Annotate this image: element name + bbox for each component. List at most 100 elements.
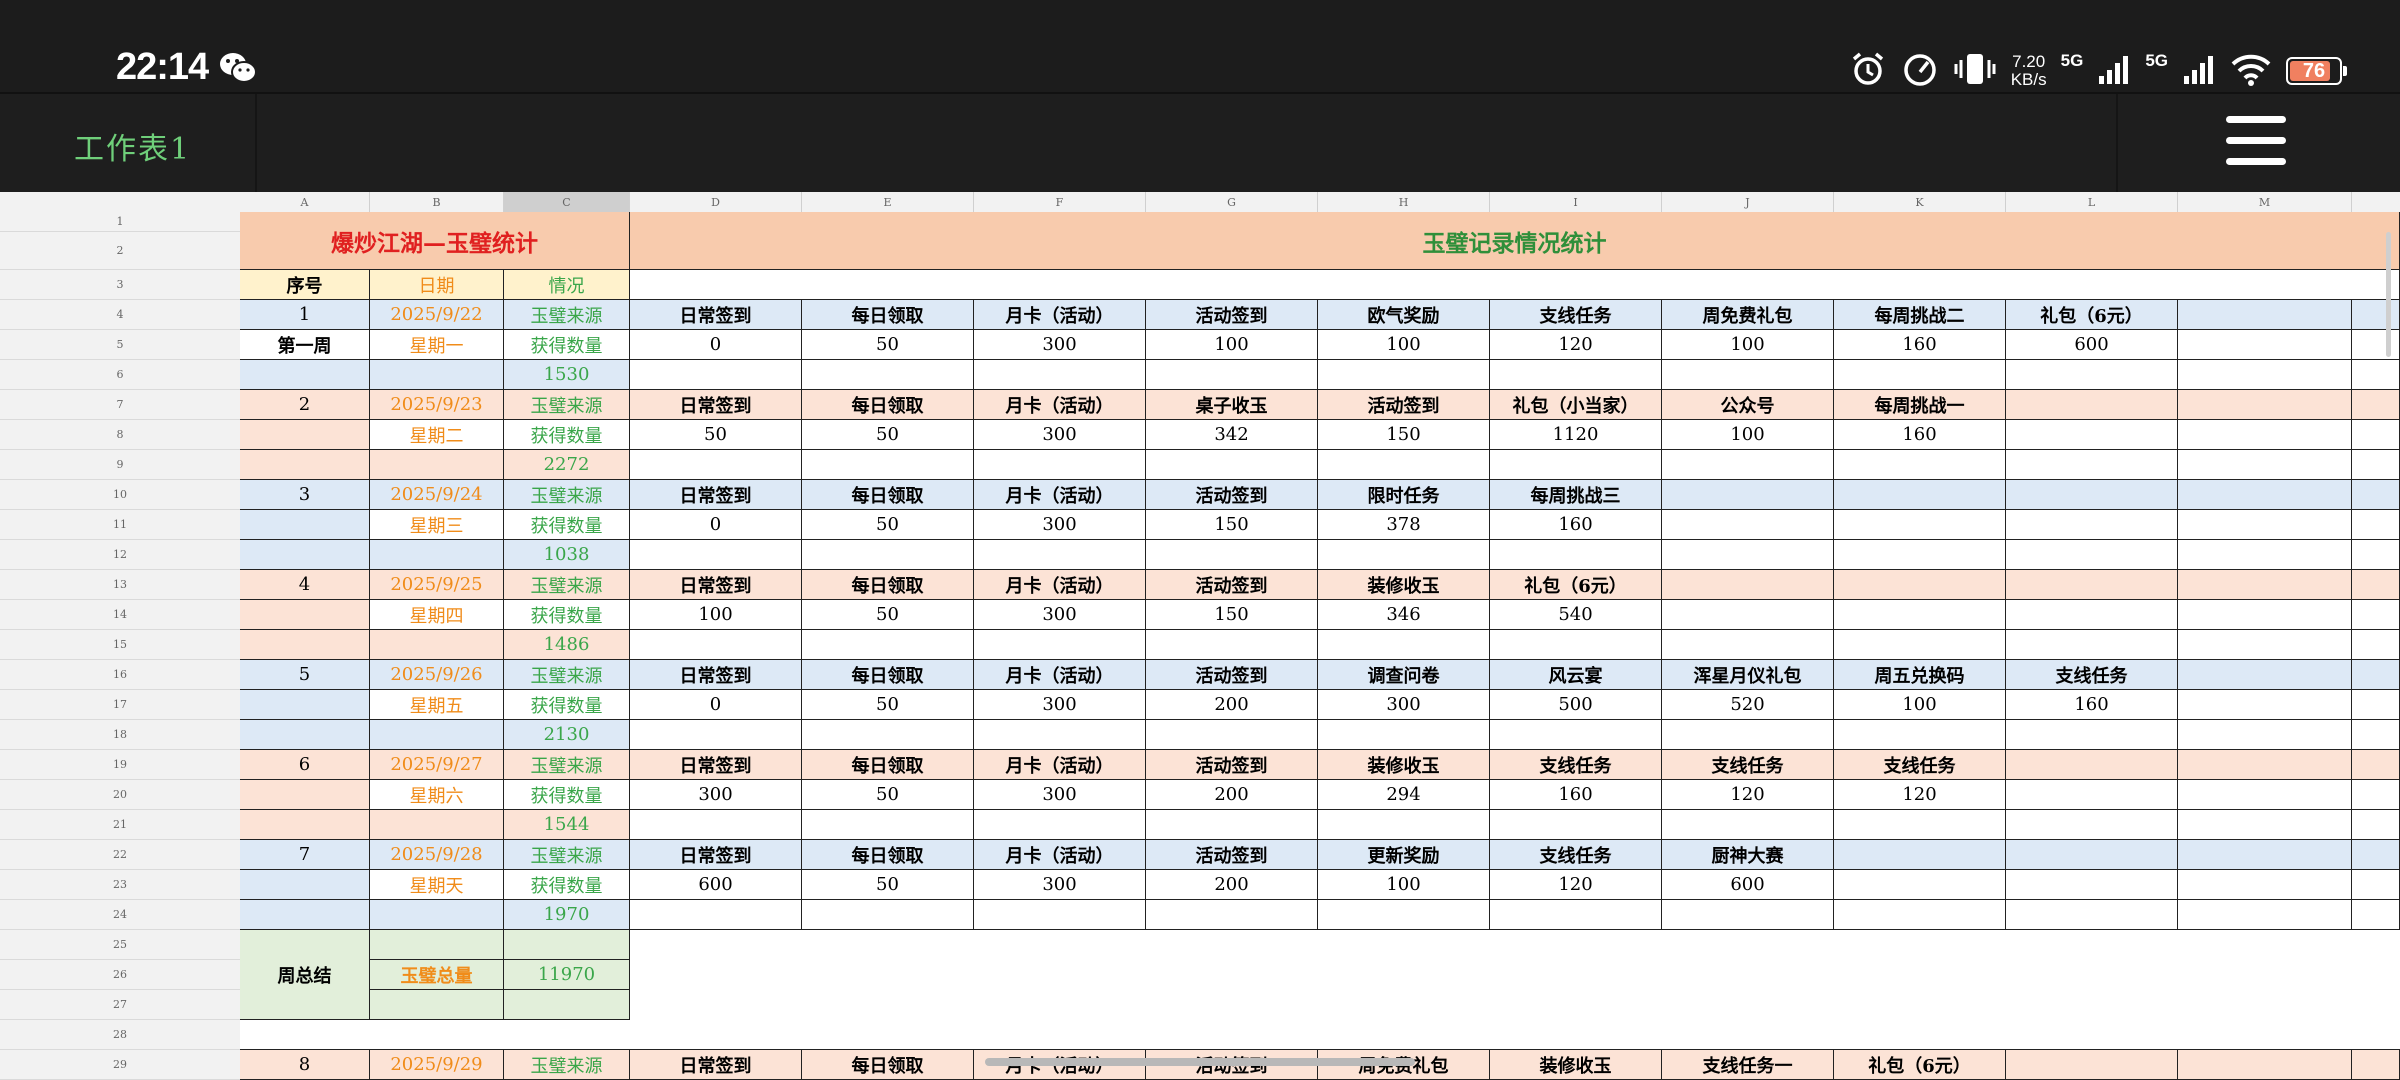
amount-cell[interactable]: 50 (802, 330, 974, 360)
amount-cell[interactable]: 150 (1146, 510, 1318, 540)
blank-cell[interactable] (802, 450, 974, 480)
amount-cell[interactable]: 346 (1318, 600, 1490, 630)
blank-cell[interactable] (974, 450, 1146, 480)
blank-cell[interactable] (1662, 540, 1834, 570)
source-item[interactable]: 浑星月仪礼包 (1662, 660, 1834, 690)
source-item[interactable] (2352, 750, 2400, 780)
source-item[interactable]: 周五兑换码 (1834, 660, 2006, 690)
blank-row[interactable] (240, 1020, 2400, 1050)
amount-cell[interactable] (2006, 510, 2178, 540)
amount-cell[interactable]: 300 (974, 780, 1146, 810)
day-total[interactable]: 1038 (504, 540, 630, 570)
blank-cell[interactable] (1318, 810, 1490, 840)
source-item[interactable]: 每周挑战三 (1490, 480, 1662, 510)
hamburger-menu-icon[interactable] (2226, 116, 2286, 168)
amount-cell[interactable]: 600 (2006, 330, 2178, 360)
amount-cell[interactable]: 500 (1490, 690, 1662, 720)
blank-cell[interactable] (630, 900, 802, 930)
source-item[interactable]: 每周挑战一 (1834, 390, 2006, 420)
source-item[interactable]: 支线任务 (1662, 750, 1834, 780)
source-label[interactable]: 玉璧来源 (504, 390, 630, 420)
blank-cell[interactable] (370, 990, 504, 1020)
amount-cell[interactable]: 378 (1318, 510, 1490, 540)
blank-cell[interactable] (240, 810, 370, 840)
amount-cell[interactable]: 600 (630, 870, 802, 900)
source-item[interactable] (1834, 570, 2006, 600)
blank-cell[interactable] (1318, 540, 1490, 570)
source-item[interactable]: 支线任务 (1834, 750, 2006, 780)
blank-cell[interactable] (370, 450, 504, 480)
blank-cell[interactable] (240, 690, 370, 720)
source-item[interactable]: 月卡（活动） (974, 570, 1146, 600)
source-item[interactable]: 礼包（6元） (1834, 1050, 2006, 1080)
source-item[interactable] (2178, 390, 2352, 420)
blank-cell[interactable] (370, 930, 504, 960)
source-item[interactable]: 日常签到 (630, 390, 802, 420)
amount-cell[interactable] (2178, 690, 2352, 720)
source-item[interactable]: 每日领取 (802, 840, 974, 870)
blank-cell[interactable] (2006, 630, 2178, 660)
source-item[interactable] (2006, 570, 2178, 600)
day-date[interactable]: 2025/9/22 (370, 300, 504, 330)
day-weekday[interactable]: 星期天 (370, 870, 504, 900)
blank-cell[interactable] (974, 540, 1146, 570)
source-item[interactable] (2352, 390, 2400, 420)
blank-cell[interactable] (1662, 630, 1834, 660)
source-item[interactable]: 风云宴 (1490, 660, 1662, 690)
day-date[interactable]: 2025/9/23 (370, 390, 504, 420)
blank-cell[interactable] (370, 810, 504, 840)
source-item[interactable]: 装修收玉 (1318, 570, 1490, 600)
blank-cell[interactable] (1834, 720, 2006, 750)
amount-cell[interactable]: 120 (1490, 870, 1662, 900)
source-item[interactable]: 月卡（活动） (974, 390, 1146, 420)
source-item[interactable]: 活动签到 (1146, 660, 1318, 690)
day-total[interactable]: 1530 (504, 360, 630, 390)
day-index[interactable]: 6 (240, 750, 370, 780)
amount-cell[interactable]: 160 (1490, 780, 1662, 810)
blank-cell[interactable] (2006, 360, 2178, 390)
blank-cell[interactable] (1662, 900, 1834, 930)
day-date[interactable]: 2025/9/28 (370, 840, 504, 870)
source-item[interactable]: 支线任务 (1490, 750, 1662, 780)
day-total[interactable]: 2130 (504, 720, 630, 750)
amount-cell[interactable]: 100 (1318, 870, 1490, 900)
amount-cell[interactable] (2006, 600, 2178, 630)
blank-cell[interactable] (1662, 720, 1834, 750)
source-item[interactable] (2006, 750, 2178, 780)
blank-cell[interactable] (370, 540, 504, 570)
blank-cell[interactable] (240, 420, 370, 450)
amount-cell[interactable]: 120 (1490, 330, 1662, 360)
blank-cell[interactable] (240, 510, 370, 540)
blank-cell[interactable] (1834, 540, 2006, 570)
blank-cell[interactable] (2006, 810, 2178, 840)
source-item[interactable]: 支线任务一 (1662, 1050, 1834, 1080)
day-total[interactable]: 1970 (504, 900, 630, 930)
blank-cell[interactable] (240, 630, 370, 660)
source-item[interactable] (2352, 480, 2400, 510)
day-index[interactable]: 5 (240, 660, 370, 690)
amount-cell[interactable] (2178, 870, 2352, 900)
amount-cell[interactable]: 300 (1318, 690, 1490, 720)
blank-cell[interactable] (2006, 540, 2178, 570)
source-item[interactable] (1662, 570, 1834, 600)
source-label[interactable]: 玉璧来源 (504, 300, 630, 330)
amount-cell[interactable]: 160 (1490, 510, 1662, 540)
blank-cell[interactable] (1662, 360, 1834, 390)
spreadsheet[interactable]: ABCDEFGHIJKLM 1 2 3 4 5 6 7 8 9 10 11 12 13 14 15 16 17 1… (0, 192, 2400, 1080)
blank-cell[interactable] (802, 630, 974, 660)
amount-cell[interactable] (2352, 510, 2400, 540)
day-weekday[interactable]: 第一周 (240, 330, 370, 360)
source-item[interactable] (2178, 1050, 2352, 1080)
source-item[interactable] (1834, 480, 2006, 510)
blank-cell[interactable] (2006, 450, 2178, 480)
blank-cell[interactable] (240, 870, 370, 900)
amount-cell[interactable] (1834, 510, 2006, 540)
source-item[interactable]: 月卡（活动） (974, 660, 1146, 690)
source-item[interactable]: 日常签到 (630, 300, 802, 330)
source-label[interactable]: 玉璧来源 (504, 570, 630, 600)
blank-cell[interactable] (1146, 540, 1318, 570)
source-item[interactable] (2178, 570, 2352, 600)
amount-cell[interactable]: 120 (1834, 780, 2006, 810)
amount-cell[interactable]: 100 (1834, 690, 2006, 720)
blank-cell[interactable] (1834, 810, 2006, 840)
